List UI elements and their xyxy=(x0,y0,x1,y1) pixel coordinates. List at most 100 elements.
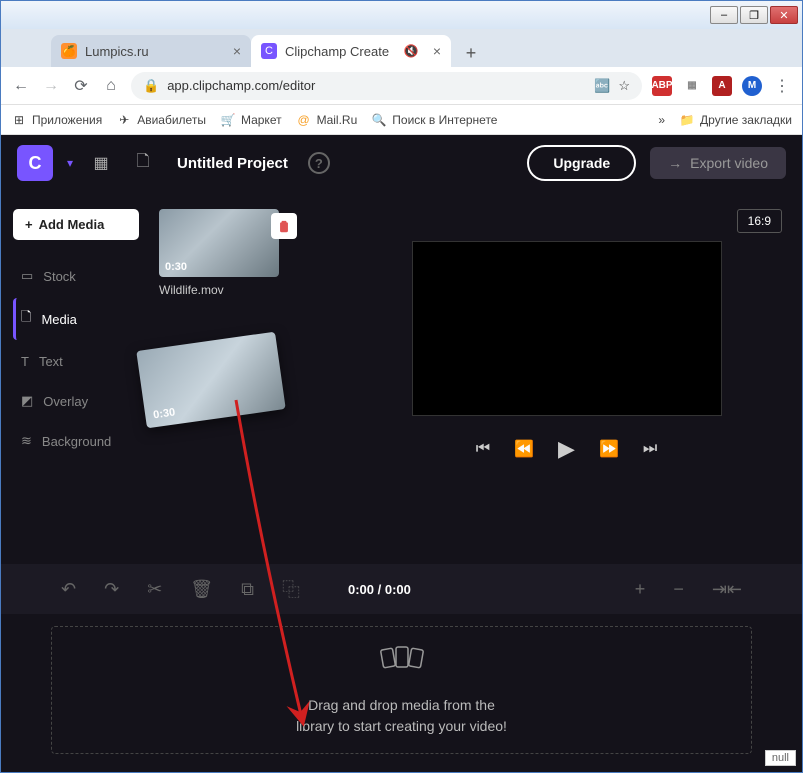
window-close-button[interactable]: ✕ xyxy=(770,6,798,24)
help-icon[interactable]: ? xyxy=(308,152,330,174)
sidebar-item-overlay[interactable]: ◩ Overlay xyxy=(13,383,139,419)
ghost-duration: 0:30 xyxy=(153,406,176,421)
tab-mute-icon[interactable]: 🔇 xyxy=(403,44,418,58)
cut-button[interactable]: ✂ xyxy=(147,579,162,600)
forward-button[interactable]: → xyxy=(41,76,61,96)
file-icon[interactable]: 🗋 xyxy=(129,149,157,177)
stock-icon: ▭ xyxy=(21,268,33,284)
bookmark-label: Маркет xyxy=(241,113,282,127)
new-tab-button[interactable]: + xyxy=(457,39,485,67)
bookmarks-bar: ⊞Приложения ✈Авиабилеты 🛒Маркет @Mail.Ru… xyxy=(1,105,802,135)
lock-icon: 🔒 xyxy=(143,78,159,94)
url-input[interactable]: 🔒 app.clipchamp.com/editor 🔤 ☆ xyxy=(131,72,642,100)
dropzone-line2: library to start creating your video! xyxy=(296,716,507,737)
browser-menu-icon[interactable]: ⋮ xyxy=(772,76,792,96)
delete-button[interactable]: 🗑 xyxy=(190,579,213,600)
tab-lumpics[interactable]: 🍊 Lumpics.ru × xyxy=(51,35,251,67)
bookmark-star-icon[interactable]: ☆ xyxy=(618,78,630,94)
favicon-lumpics: 🍊 xyxy=(61,43,77,59)
sidebar-item-background[interactable]: ≋ Background xyxy=(13,423,139,459)
window-minimize-button[interactable]: – xyxy=(710,6,738,24)
sidebar-item-text[interactable]: TText xyxy=(13,344,139,379)
overlay-icon: ◩ xyxy=(21,393,33,409)
timeline-time: 0:00 / 0:00 xyxy=(348,582,411,597)
upgrade-button[interactable]: Upgrade xyxy=(527,145,636,181)
sidebar-item-label: Media xyxy=(41,312,76,327)
project-title[interactable]: Untitled Project xyxy=(177,155,288,172)
bookmarks-overflow[interactable]: » xyxy=(658,113,665,127)
tab-close-icon[interactable]: × xyxy=(433,43,441,59)
bookmark-label: Приложения xyxy=(32,113,102,127)
app-logo[interactable]: C xyxy=(17,145,53,181)
sidebar-item-label: Background xyxy=(42,434,111,449)
logo-chevron-icon[interactable]: ▾ xyxy=(67,156,73,170)
add-media-button[interactable]: + Add Media xyxy=(13,209,139,240)
skip-end-button[interactable]: ⏭ xyxy=(643,440,657,458)
duplicate-button[interactable]: ⿻ xyxy=(282,576,300,602)
timeline-toolbar: ↶ ↷ ✂ 🗑 ⧉ ⿻ 0:00 / 0:00 + − ⇥⇤ xyxy=(1,564,802,614)
window-titlebar: – ❐ ✕ xyxy=(1,1,802,29)
reload-button[interactable]: ⟳ xyxy=(71,76,91,96)
sidebar-item-label: Overlay xyxy=(43,394,88,409)
clip-duration: 0:30 xyxy=(165,261,187,273)
media-clip[interactable]: 0:30 Wildlife.mov xyxy=(159,209,279,297)
extension-icon[interactable]: ▦ xyxy=(682,76,702,96)
bookmark-search[interactable]: 🔍Поиск в Интернете xyxy=(371,112,497,128)
play-button[interactable]: ▶ xyxy=(558,436,575,462)
tab-title: Clipchamp Create xyxy=(285,44,389,59)
export-arrow-icon: → xyxy=(668,155,682,171)
text-icon: T xyxy=(21,354,29,369)
zoom-out-button[interactable]: − xyxy=(673,579,684,600)
projects-icon[interactable]: ▦ xyxy=(87,149,115,177)
dropzone-icon xyxy=(380,643,424,685)
pdf-extension-icon[interactable]: A xyxy=(712,76,732,96)
browser-tabstrip: 🍊 Lumpics.ru × C Clipchamp Create 🔇 × + xyxy=(1,29,802,67)
profile-avatar[interactable]: M xyxy=(742,76,762,96)
favicon-clipchamp: C xyxy=(261,43,277,59)
fit-button[interactable]: ⇥⇤ xyxy=(712,579,742,600)
aspect-ratio-badge[interactable]: 16:9 xyxy=(737,209,782,233)
sidebar-item-media[interactable]: 🗋 Media xyxy=(13,298,139,340)
window-maximize-button[interactable]: ❐ xyxy=(740,6,768,24)
copy-button[interactable]: ⧉ xyxy=(241,579,254,600)
delete-clip-button[interactable] xyxy=(271,213,297,239)
playback-controls: ⏮ ⏪ ▶ ⏩ ⏭ xyxy=(476,436,658,462)
back-button[interactable]: ← xyxy=(11,76,31,96)
bookmark-apps[interactable]: ⊞Приложения xyxy=(11,112,102,128)
app-header: C ▾ ▦ 🗋 Untitled Project ? Upgrade → Exp… xyxy=(1,135,802,191)
tab-close-icon[interactable]: × xyxy=(233,43,241,59)
dragging-clip-ghost: 0:30 xyxy=(136,332,285,429)
timeline-dropzone[interactable]: Drag and drop media from the library to … xyxy=(51,626,752,754)
undo-button[interactable]: ↶ xyxy=(61,579,76,600)
sidebar-item-stock[interactable]: ▭ Stock xyxy=(13,258,139,294)
skip-start-button[interactable]: ⏮ xyxy=(476,440,490,458)
bookmark-label: Авиабилеты xyxy=(137,113,206,127)
clip-thumbnail[interactable]: 0:30 xyxy=(159,209,279,277)
tab-title: Lumpics.ru xyxy=(85,44,149,59)
address-bar: ← → ⟳ ⌂ 🔒 app.clipchamp.com/editor 🔤 ☆ A… xyxy=(1,67,802,105)
trash-icon xyxy=(277,219,291,233)
background-icon: ≋ xyxy=(21,433,32,449)
rewind-button[interactable]: ⏪ xyxy=(514,439,534,459)
clipchamp-app: C ▾ ▦ 🗋 Untitled Project ? Upgrade → Exp… xyxy=(1,135,802,772)
null-badge: null xyxy=(765,750,796,766)
abp-extension-icon[interactable]: ABP xyxy=(652,76,672,96)
zoom-in-button[interactable]: + xyxy=(635,579,646,600)
forward-button[interactable]: ⏩ xyxy=(599,439,619,459)
translate-icon[interactable]: 🔤 xyxy=(594,78,610,94)
tab-clipchamp[interactable]: C Clipchamp Create 🔇 × xyxy=(251,35,451,67)
export-label: Export video xyxy=(690,155,768,171)
sidebar-item-label: Stock xyxy=(43,269,76,284)
sidebar: + Add Media ▭ Stock 🗋 Media TText ◩ Overlay… xyxy=(1,191,151,564)
export-button[interactable]: → Export video xyxy=(650,147,786,179)
video-preview[interactable] xyxy=(412,241,722,416)
add-media-label: Add Media xyxy=(39,217,105,232)
redo-button[interactable]: ↷ xyxy=(104,579,119,600)
bookmark-avia[interactable]: ✈Авиабилеты xyxy=(116,112,206,128)
bookmark-market[interactable]: 🛒Маркет xyxy=(220,112,282,128)
media-icon: 🗋 xyxy=(21,308,31,330)
bookmark-other[interactable]: 📁Другие закладки xyxy=(679,112,792,128)
bookmark-mail[interactable]: @Mail.Ru xyxy=(296,112,358,128)
home-button[interactable]: ⌂ xyxy=(101,76,121,96)
clip-filename: Wildlife.mov xyxy=(159,283,279,297)
